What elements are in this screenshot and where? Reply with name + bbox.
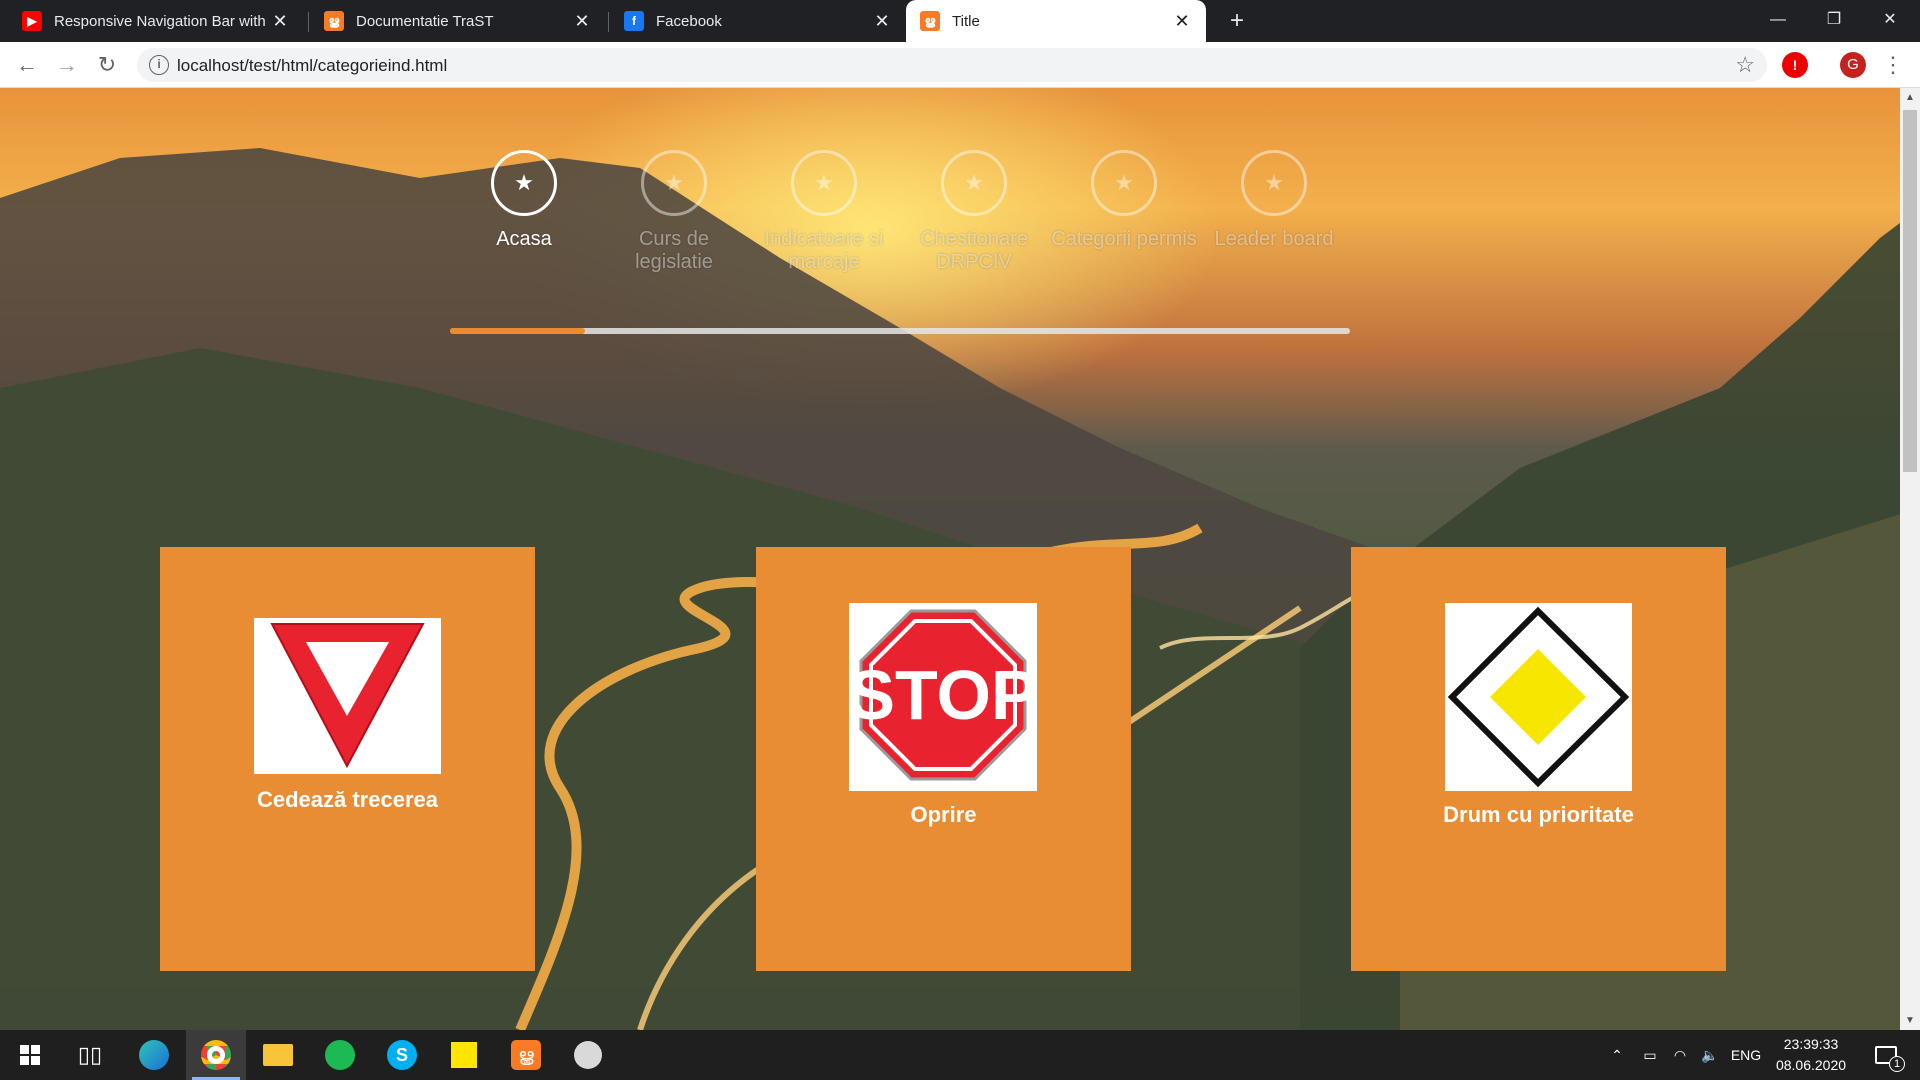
nav-step-label: Indicatoare si marcaje	[764, 228, 884, 273]
tab-youtube[interactable]: ▶ Responsive Navigation Bar with ✕	[8, 0, 304, 42]
browser-toolbar: ← → ↻ i localhost/test/html/categorieind…	[0, 42, 1920, 88]
tab-title-active[interactable]: ൠ Title ✕	[906, 0, 1206, 42]
nav-step-label: Categorii permis	[1051, 228, 1197, 250]
info-icon[interactable]: i	[149, 55, 169, 75]
star-icon: ★	[941, 150, 1007, 216]
nav-step-label: Acasa	[496, 228, 552, 250]
tab-separator	[608, 12, 609, 32]
nav-step-label: Chestionare DRPCIV	[920, 228, 1028, 273]
skype-icon[interactable]: S	[372, 1030, 432, 1080]
browser-menu-icon[interactable]: ⋮	[1880, 50, 1906, 80]
star-icon: ★	[641, 150, 707, 216]
facebook-icon: f	[624, 11, 644, 31]
app-icon[interactable]	[558, 1030, 618, 1080]
card-oprire[interactable]: STOP Oprire	[756, 547, 1131, 971]
star-icon: ★	[791, 150, 857, 216]
file-explorer-icon[interactable]	[248, 1030, 308, 1080]
nav-step-categorii-permis[interactable]: ★ Categorii permis	[1049, 150, 1199, 251]
nav-step-chestionare-drpciv[interactable]: ★ Chestionare DRPCIV	[899, 150, 1049, 274]
page-viewport: ★ Acasa ★ Curs de legislatie ★ Indicatoa…	[0, 88, 1920, 1030]
yield-sign	[254, 618, 441, 774]
tab-documentatie[interactable]: ൠ Documentatie TraST ✕	[310, 0, 606, 42]
nav-step-curs-de-legislatie[interactable]: ★ Curs de legislatie	[599, 150, 749, 274]
close-icon[interactable]: ✕	[872, 11, 892, 32]
clock-date: 08.06.2020	[1775, 1057, 1847, 1073]
url-text[interactable]: localhost/test/html/categorieind.html	[177, 56, 447, 76]
forward-button[interactable]: →	[52, 50, 82, 80]
star-icon: ★	[491, 150, 557, 216]
nav-step-label: Leader board	[1214, 228, 1334, 250]
scroll-down-icon[interactable]: ▼	[1904, 1015, 1916, 1026]
edge-icon[interactable]	[124, 1030, 184, 1080]
chrome-icon[interactable]	[186, 1030, 246, 1080]
nav-step-indicatoare-si-marcaje[interactable]: ★ Indicatoare si marcaje	[749, 150, 899, 274]
battery-icon[interactable]: ▭	[1636, 1030, 1664, 1080]
card-drum-cu-prioritate[interactable]: Drum cu prioritate	[1351, 547, 1726, 971]
show-hidden-icons-icon[interactable]: ⌃	[1604, 1030, 1630, 1080]
tab-title: Title	[952, 12, 980, 30]
star-icon: ★	[1091, 150, 1157, 216]
back-button[interactable]: ←	[12, 50, 42, 80]
page-scrollbar[interactable]: ▲ ▼	[1900, 88, 1920, 1030]
sticky-notes-icon[interactable]	[434, 1030, 494, 1080]
minimize-button[interactable]: —	[1750, 0, 1806, 42]
restore-button[interactable]: ❐	[1806, 0, 1862, 42]
card-caption: Oprire	[910, 802, 977, 827]
notification-count: 1	[1889, 1056, 1905, 1072]
card-caption: Cedează trecerea	[256, 787, 438, 812]
close-icon[interactable]: ✕	[270, 11, 290, 32]
notification-center-icon[interactable]: 1	[1866, 1030, 1906, 1080]
nav-step-acasa[interactable]: ★ Acasa	[449, 150, 599, 251]
tab-separator	[308, 12, 309, 32]
youtube-icon: ▶	[22, 11, 42, 31]
nav-step-leader-board[interactable]: ★ Leader board	[1199, 150, 1349, 251]
reload-button[interactable]: ↻	[92, 50, 122, 80]
star-icon: ★	[1241, 150, 1307, 216]
spotify-icon[interactable]	[310, 1030, 370, 1080]
close-icon[interactable]: ✕	[1172, 11, 1192, 32]
language-indicator[interactable]: ENG	[1728, 1030, 1764, 1080]
nav-progress-bar	[450, 328, 1350, 334]
clock-time: 23:39:33	[1783, 1036, 1839, 1052]
xampp-icon: ൠ	[324, 11, 344, 31]
profile-avatar[interactable]: G	[1840, 52, 1866, 78]
tab-title: Responsive Navigation Bar with	[54, 12, 266, 30]
address-bar[interactable]: i localhost/test/html/categorieind.html …	[137, 48, 1767, 82]
tab-title: Facebook	[656, 12, 722, 30]
stop-sign: STOP	[848, 603, 1038, 791]
priority-road-sign	[1445, 603, 1632, 791]
browser-tab-strip: ▶ Responsive Navigation Bar with ✕ ൠ Doc…	[0, 0, 1920, 42]
xampp-icon: ൠ	[920, 11, 940, 31]
windows-start-icon[interactable]	[0, 1030, 60, 1080]
tab-title: Documentatie TraST	[356, 12, 494, 30]
scroll-up-icon[interactable]: ▲	[1904, 92, 1916, 103]
window-close-button[interactable]: ✕	[1862, 0, 1918, 42]
wifi-icon[interactable]: ◠	[1666, 1030, 1694, 1080]
windows-taskbar: ▯▯ S ൠ ⌃ ▭ ◠ 🔈 ENG 23:39:33 08.06.2020 1	[0, 1030, 1920, 1080]
bookmark-star-icon[interactable]: ☆	[1735, 52, 1755, 78]
scroll-thumb[interactable]	[1903, 110, 1917, 472]
close-icon[interactable]: ✕	[572, 11, 592, 32]
nav-step-label: Curs de legislatie	[635, 228, 713, 273]
tab-facebook[interactable]: f Facebook ✕	[610, 0, 906, 42]
nav-progress-fill	[450, 328, 585, 334]
system-clock[interactable]: 23:39:33 08.06.2020	[1766, 1034, 1856, 1076]
stop-sign-text: STOP	[849, 656, 1037, 734]
extension-icon[interactable]: !	[1782, 52, 1808, 78]
new-tab-button[interactable]: +	[1222, 6, 1252, 36]
card-cedeaza-trecerea[interactable]: Cedează trecerea	[160, 547, 535, 971]
task-view-icon[interactable]: ▯▯	[60, 1030, 120, 1080]
xampp-icon[interactable]: ൠ	[496, 1030, 556, 1080]
volume-icon[interactable]: 🔈	[1696, 1030, 1724, 1080]
card-caption: Drum cu prioritate	[1443, 802, 1634, 827]
